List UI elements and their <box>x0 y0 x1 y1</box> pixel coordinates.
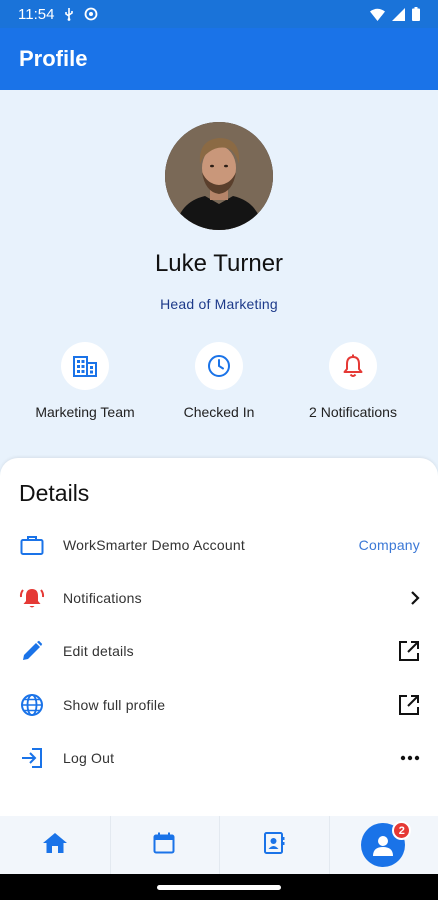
nav-calendar[interactable] <box>109 816 220 874</box>
home-gesture-bar[interactable] <box>157 885 281 890</box>
status-time: 11:54 <box>18 5 55 23</box>
details-row-label: Show full profile <box>63 696 166 713</box>
details-sheet: Details WorkSmarter Demo Account Company <box>0 458 438 818</box>
open-external-icon[interactable] <box>398 640 420 662</box>
stat-checked-in-label: Checked In <box>183 404 255 420</box>
details-row-notifications[interactable]: Notifications <box>0 571 438 624</box>
contacts-icon <box>263 831 285 860</box>
home-icon <box>42 832 68 859</box>
details-title: Details <box>19 480 90 506</box>
bottom-nav: 2 <box>0 816 438 874</box>
briefcase-icon <box>19 532 45 558</box>
stat-notifications[interactable]: 2 Notifications <box>283 342 423 420</box>
profile-screen: 11:54 Profile Luke Turner Head of Market… <box>0 0 438 900</box>
signal-icon <box>392 7 405 21</box>
building-icon <box>61 342 109 390</box>
details-row-full-profile[interactable]: Show full profile <box>0 678 438 731</box>
clock-icon <box>195 342 243 390</box>
details-row-edit[interactable]: Edit details <box>0 624 438 677</box>
details-row-logout[interactable]: Log Out <box>0 731 438 784</box>
globe-icon <box>19 692 45 718</box>
chevron-right-icon[interactable] <box>410 590 420 606</box>
details-row-company[interactable]: WorkSmarter Demo Account Company <box>0 518 438 571</box>
details-row-label: WorkSmarter Demo Account <box>63 536 245 553</box>
alarm-bell-icon <box>19 585 45 611</box>
stat-team-label: Marketing Team <box>35 404 135 420</box>
app-bar: Profile <box>0 28 438 90</box>
stat-checked-in[interactable]: Checked In <box>149 342 289 420</box>
profile-avatar <box>165 122 273 230</box>
profile-badge: 2 <box>392 821 412 840</box>
nav-profile[interactable]: 2 <box>328 816 438 874</box>
more-horizontal-icon[interactable] <box>400 755 420 761</box>
usb-icon <box>63 7 75 21</box>
open-external-icon[interactable] <box>398 694 420 716</box>
details-row-label: Notifications <box>63 589 142 606</box>
page-title: Profile <box>19 46 88 71</box>
pencil-icon <box>19 638 45 664</box>
nav-home[interactable] <box>0 816 110 874</box>
sync-icon <box>84 7 98 21</box>
details-row-label: Edit details <box>63 642 134 659</box>
calendar-icon <box>153 832 175 859</box>
nav-contacts[interactable] <box>219 816 329 874</box>
status-bar: 11:54 <box>0 0 438 28</box>
profile-role: Head of Marketing <box>160 296 278 312</box>
system-gesture-area <box>0 874 438 900</box>
stat-notifications-label: 2 Notifications <box>309 404 397 420</box>
profile-icon: 2 <box>361 821 412 867</box>
stat-team[interactable]: Marketing Team <box>15 342 155 420</box>
profile-name: Luke Turner <box>154 250 284 277</box>
bell-icon <box>329 342 377 390</box>
details-row-label: Log Out <box>63 749 115 766</box>
wifi-icon <box>370 8 385 21</box>
battery-icon <box>412 7 420 21</box>
company-link[interactable]: Company <box>359 537 420 553</box>
logout-icon <box>19 745 45 771</box>
